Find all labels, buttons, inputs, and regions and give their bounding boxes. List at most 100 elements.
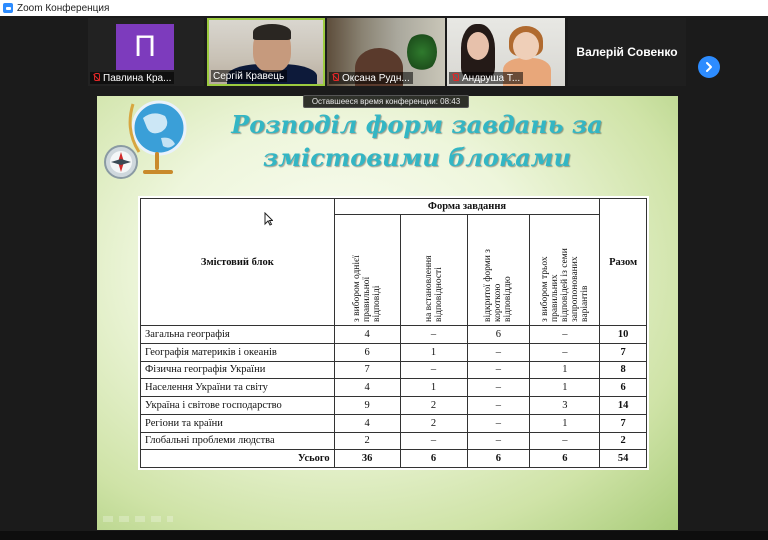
row-total: 8 <box>599 360 647 380</box>
cell: 4 <box>333 325 401 344</box>
slide-title-line-1: Розподіл форм завдань за <box>231 110 603 139</box>
table-row: Географія материків і океанів 6 1 – – 7 <box>140 342 647 362</box>
participant-strip: П Павлина Кра... Сергій Кравець Оксана Р… <box>0 16 768 94</box>
video-person-hair <box>253 24 291 40</box>
mic-muted-icon <box>92 73 100 83</box>
table-row: Населення України та світу 4 1 – 1 6 <box>140 378 647 397</box>
row-label: Глобальні проблеми людства <box>140 431 335 451</box>
row-label: Фізична географія України <box>140 360 335 380</box>
cell: 4 <box>333 413 401 433</box>
header-form-col-2-text: на встановлення відповідності <box>423 255 444 323</box>
participant-name-label: Сергій Кравець <box>211 70 288 82</box>
bottom-toolbar-edge <box>0 531 768 540</box>
participant-tile-3[interactable]: Оксана Рудн... <box>327 18 445 86</box>
cell: 1 <box>529 378 601 397</box>
header-content-block: Змістовий блок <box>140 198 335 326</box>
mic-muted-icon <box>451 73 459 83</box>
table-total-row: Усього 36 6 6 6 54 <box>140 449 647 468</box>
participant-name: Сергій Кравець <box>213 70 285 82</box>
header-form-col-3: відкритої форми з короткою відповіддю <box>466 214 531 326</box>
chevron-right-icon <box>706 62 712 72</box>
header-form-col-2: на встановлення відповідності <box>399 214 468 326</box>
table-row: Регіони та країни 4 2 – 1 7 <box>140 413 647 433</box>
zoom-logo-icon <box>3 3 13 13</box>
cell: 4 <box>333 378 401 397</box>
header-form-col-3-text: відкритої форми з короткою відповіддю <box>483 249 514 322</box>
header-form-col-4: з вибором трьох правильних відповідей із… <box>529 214 601 326</box>
row-total: 14 <box>599 396 647 415</box>
cell: – <box>466 378 531 397</box>
avatar: П <box>116 24 174 70</box>
cell: 1 <box>529 413 601 433</box>
row-total: 7 <box>599 342 647 362</box>
cell: 7 <box>333 360 401 380</box>
cell: – <box>466 413 531 433</box>
presentation-slide: Розподіл форм завдань за змістовими блок… <box>97 96 678 530</box>
cell: 1 <box>399 342 468 362</box>
cell: – <box>466 342 531 362</box>
total-cell: 36 <box>333 449 401 468</box>
participant-tile-2[interactable]: Сергій Кравець <box>207 18 325 86</box>
next-page-button[interactable] <box>698 56 720 78</box>
row-total: 10 <box>599 325 647 344</box>
participant-name: Оксана Рудн... <box>342 72 410 84</box>
cell: – <box>529 342 601 362</box>
row-total: 6 <box>599 378 647 397</box>
total-cell: 6 <box>529 449 601 468</box>
header-form-col-4-text: з вибором трьох правильних відповідей із… <box>539 248 590 322</box>
video-person-2-face <box>513 32 539 60</box>
window-titlebar: Zoom Конференция <box>0 0 768 16</box>
cell: 1 <box>529 360 601 380</box>
table-row: Україна і світове господарство 9 2 – 3 1… <box>140 396 647 415</box>
cell: 2 <box>399 413 468 433</box>
cell: 2 <box>399 396 468 415</box>
table-row: Загальна географія 4 – 6 – 10 <box>140 325 647 344</box>
slide-title-line-2: змістовими блоками <box>262 143 572 172</box>
total-label: Усього <box>140 449 335 468</box>
table-row: Глобальні проблеми людства 2 – – – 2 <box>140 431 647 451</box>
cell: – <box>529 431 601 451</box>
participant-name-label: Андруша Т... <box>449 72 524 84</box>
participant-tile-5[interactable]: Валерій Совенко <box>568 18 686 86</box>
mouse-cursor-icon <box>264 212 273 226</box>
row-total: 7 <box>599 413 647 433</box>
row-label: Географія материків і океанів <box>140 342 335 362</box>
participant-name-label: Павлина Кра... <box>90 72 175 84</box>
participant-name-label: Оксана Рудн... <box>329 72 413 84</box>
participant-name: Андруша Т... <box>462 72 521 84</box>
row-label: Регіони та країни <box>140 413 335 433</box>
row-label: Україна і світове господарство <box>140 396 335 415</box>
distribution-table: Змістовий блок Форма завдання Разом з ви… <box>140 198 647 468</box>
total-cell: 6 <box>466 449 531 468</box>
cell: – <box>529 325 601 344</box>
row-label: Загальна географія <box>140 325 335 344</box>
header-task-form: Форма завдання <box>333 198 601 215</box>
cell: 9 <box>333 396 401 415</box>
globe-compass-icon <box>104 100 187 179</box>
cell: – <box>466 360 531 380</box>
participant-tile-4[interactable]: Андруша Т... <box>447 18 565 86</box>
row-label: Населення України та світу <box>140 378 335 397</box>
video-person-1-face <box>467 32 489 60</box>
cell: 1 <box>399 378 468 397</box>
total-cell: 6 <box>399 449 468 468</box>
cell: – <box>399 360 468 380</box>
participant-name: Павлина Кра... <box>103 72 172 84</box>
header-total: Разом <box>599 198 647 326</box>
slide-footer-decoration <box>103 516 173 522</box>
mic-muted-icon <box>331 73 339 83</box>
cell: – <box>399 325 468 344</box>
cell: 6 <box>466 325 531 344</box>
participant-name: Валерій Совенко <box>576 45 678 59</box>
meeting-time-remaining: Оставшееся время конференции: 08:43 <box>303 95 469 108</box>
video-plant <box>407 32 437 72</box>
slide-title: Розподіл форм завдань за змістовими блок… <box>227 108 607 174</box>
cell: – <box>466 431 531 451</box>
window-title: Zoom Конференция <box>17 2 110 14</box>
participant-tile-1[interactable]: П Павлина Кра... <box>88 18 204 86</box>
cell: – <box>399 431 468 451</box>
cell: 3 <box>529 396 601 415</box>
row-total: 2 <box>599 431 647 451</box>
header-form-col-1-text: з вибором однієї правильної відповіді <box>352 255 383 322</box>
header-form-col-1: з вибором однієї правильної відповіді <box>333 214 401 326</box>
